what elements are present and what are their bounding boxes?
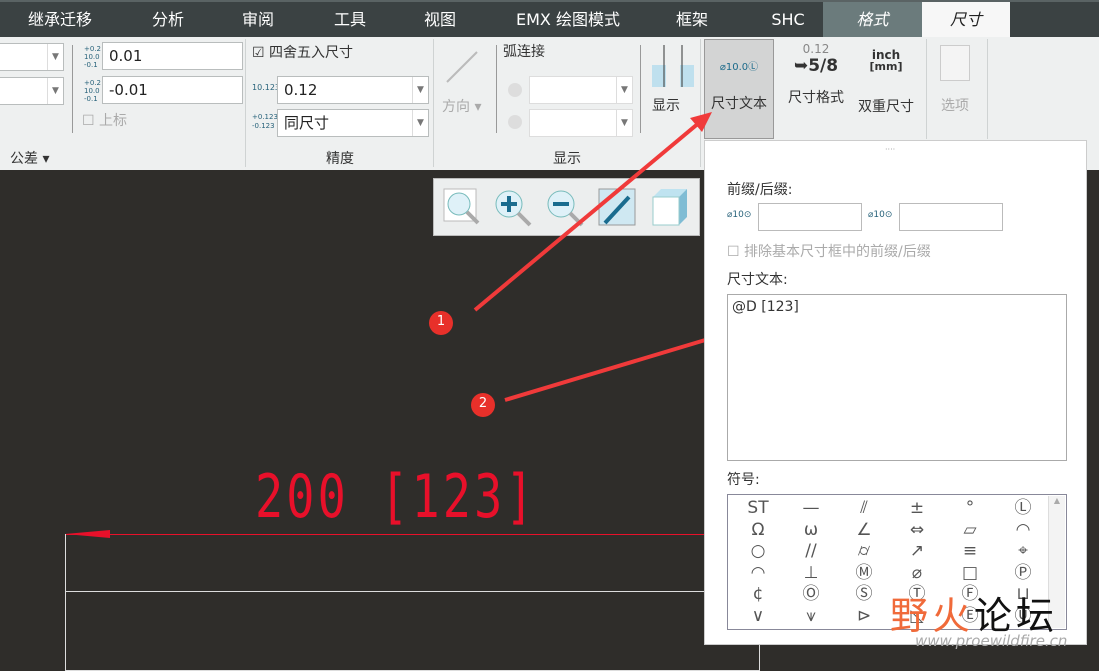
watermark-url: www.proewildfire.cn bbox=[915, 632, 1068, 650]
symbol-button[interactable]: // bbox=[785, 541, 837, 561]
annotation-number-1: 1 bbox=[436, 314, 446, 329]
prefix-input[interactable] bbox=[758, 203, 862, 231]
symbol-button[interactable]: Ⓢ bbox=[838, 584, 890, 604]
symbol-button[interactable]: Ⓛ bbox=[997, 498, 1049, 518]
dimension-text-panel: ···· 前缀/后缀: ⌀10⊙ ⌀10⊙ ☐ 排除基本尺寸框中的前缀/后缀 尺… bbox=[704, 140, 1087, 645]
symbol-button[interactable]: ⫽ bbox=[838, 498, 890, 518]
suffix-input[interactable] bbox=[899, 203, 1003, 231]
dim-text-label: 尺寸文本: bbox=[727, 272, 788, 288]
symbol-button[interactable]: — bbox=[785, 498, 837, 518]
symbol-button[interactable]: ∨ bbox=[732, 606, 784, 626]
symbol-button[interactable]: Ⓞ bbox=[785, 584, 837, 604]
symbol-button[interactable]: ∠ bbox=[838, 520, 890, 540]
symbol-button[interactable]: Ω bbox=[732, 520, 784, 540]
symbol-button[interactable]: □ bbox=[944, 563, 996, 583]
symbol-button[interactable]: ≡ bbox=[944, 541, 996, 561]
panel-grip[interactable]: ···· bbox=[885, 145, 895, 154]
exclude-label: 排除基本尺寸框中的前缀/后缀 bbox=[744, 244, 931, 260]
symbol-button[interactable]: ▱ bbox=[944, 520, 996, 540]
symbol-button[interactable]: ◠ bbox=[732, 563, 784, 583]
symbol-button[interactable]: ↗ bbox=[891, 541, 943, 561]
symbol-button[interactable]: Ⓜ bbox=[838, 563, 890, 583]
symbol-button[interactable]: ω bbox=[785, 520, 837, 540]
prefix-icon: ⌀10⊙ bbox=[727, 210, 752, 220]
suffix-icon: ⌀10⊙ bbox=[868, 210, 893, 220]
symbol-button[interactable]: ⌭ bbox=[838, 541, 890, 561]
symbol-button[interactable]: ⌀ bbox=[891, 563, 943, 583]
symbol-button[interactable]: ° bbox=[944, 498, 996, 518]
symbol-button[interactable]: ◠ bbox=[997, 520, 1049, 540]
symbol-button[interactable]: ⊥ bbox=[785, 563, 837, 583]
symbol-button[interactable]: ± bbox=[891, 498, 943, 518]
symbol-button[interactable]: ¢ bbox=[732, 584, 784, 604]
symbol-button[interactable]: ST bbox=[732, 498, 784, 518]
symbol-button[interactable]: ⩛ bbox=[785, 606, 837, 626]
symbols-label: 符号: bbox=[727, 472, 760, 488]
symbol-button[interactable]: Ⓟ bbox=[997, 563, 1049, 583]
symbol-button[interactable]: ⇔ bbox=[891, 520, 943, 540]
symbol-button[interactable]: ⌖ bbox=[997, 541, 1049, 561]
scroll-up-icon[interactable]: ▲ bbox=[1049, 496, 1065, 505]
symbol-button[interactable]: ○ bbox=[732, 541, 784, 561]
dim-text-textarea[interactable]: @D [123] bbox=[727, 294, 1067, 461]
prefix-suffix-label: 前缀/后缀: bbox=[727, 182, 793, 198]
annotation-number-2: 2 bbox=[478, 396, 488, 411]
exclude-checkbox[interactable]: ☐ 排除基本尺寸框中的前缀/后缀 bbox=[727, 241, 931, 261]
annotation-arrow-1 bbox=[473, 120, 702, 312]
symbol-button[interactable]: ⊳ bbox=[838, 606, 890, 626]
